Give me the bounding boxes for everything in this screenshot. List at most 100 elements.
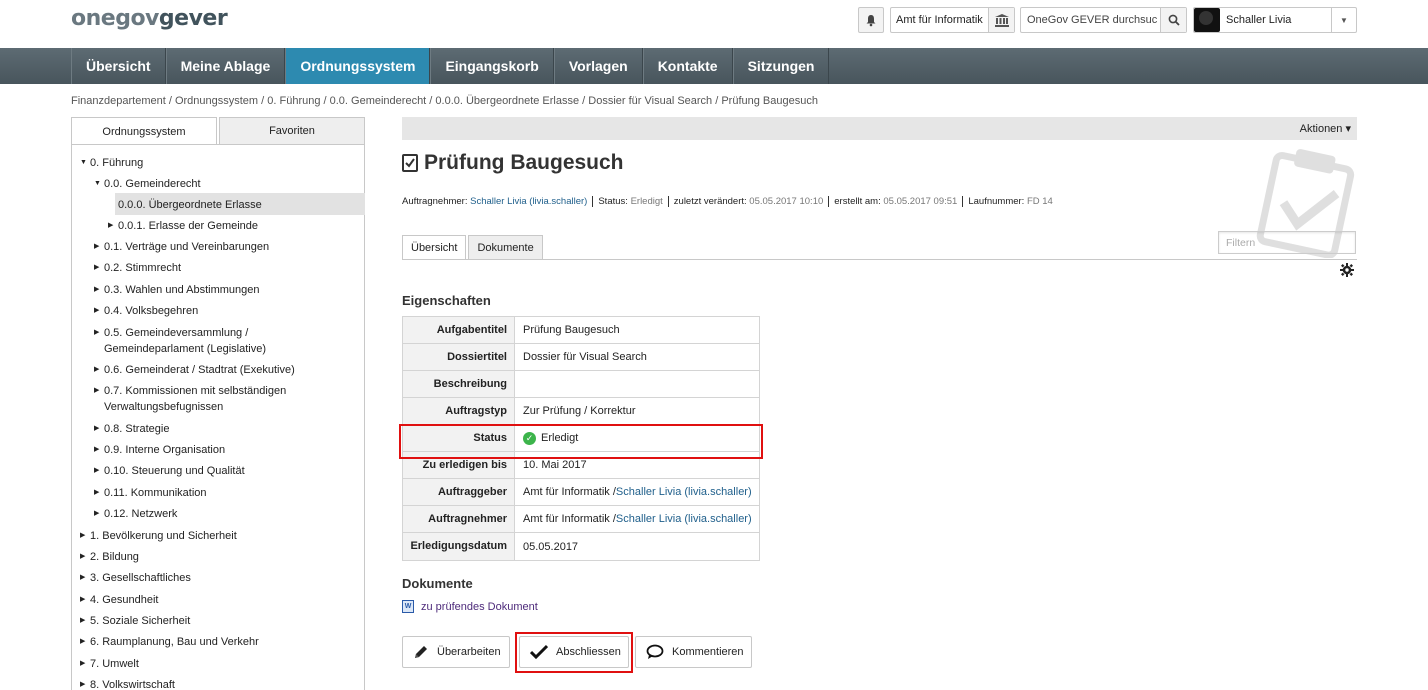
caret-right-icon[interactable]: ▶ [94, 362, 99, 378]
edit-button-label: Überarbeiten [437, 646, 501, 658]
tab-dokumente[interactable]: Dokumente [468, 235, 543, 260]
pencil-icon [415, 646, 427, 658]
tree-item[interactable]: 0.0.0. Übergeordnete Erlasse [118, 197, 262, 213]
page-title: Prüfung Baugesuch [402, 151, 624, 175]
property-row: Aufgabentitel Prüfung Baugesuch [403, 317, 759, 344]
chevron-down-icon[interactable]: ▼ [1331, 8, 1356, 32]
caret-right-icon[interactable]: ▶ [108, 218, 113, 234]
user-menu[interactable]: Schaller Livia ▼ [1193, 7, 1357, 33]
search-button[interactable] [1160, 8, 1186, 32]
comment-button[interactable]: Kommentieren [635, 636, 752, 668]
tree-item[interactable]: ▶ 0.5. Gemeindeversammlung / Gemeindeparla… [94, 325, 266, 357]
tree-item[interactable]: ▶ 0.12. Netzwerk [94, 506, 177, 522]
tree-item[interactable]: ▶ 4. Gesundheit [80, 592, 159, 608]
caret-right-icon[interactable]: ▶ [94, 303, 99, 319]
nav-item-vorlagen[interactable]: Vorlagen [553, 48, 643, 84]
tree-item-label: 6. Raumplanung, Bau und Verkehr [90, 636, 259, 648]
tree-item[interactable]: ▶ 0.4. Volksbegehren [94, 303, 198, 319]
nav-item-kontakte[interactable]: Kontakte [642, 48, 733, 84]
bank-icon [988, 8, 1014, 32]
caret-down-icon[interactable]: ▼ [94, 176, 101, 192]
user-name: Schaller Livia [1226, 14, 1292, 26]
caret-right-icon[interactable]: ▶ [94, 260, 99, 276]
gear-icon[interactable] [1340, 263, 1354, 277]
responsible-link[interactable]: Schaller Livia (livia.schaller) [616, 506, 752, 532]
caret-right-icon[interactable]: ▶ [80, 592, 85, 608]
caret-right-icon[interactable]: ▶ [94, 383, 99, 399]
caret-right-icon[interactable]: ▶ [94, 442, 99, 458]
tree-item[interactable]: ▶ 0.9. Interne Organisation [94, 442, 226, 458]
actions-menu[interactable]: Aktionen ▾ [1300, 122, 1351, 135]
caret-right-icon[interactable]: ▶ [94, 239, 99, 255]
issuer-link[interactable]: Schaller Livia (livia.schaller) [616, 479, 752, 505]
tree-item[interactable]: ▶ 0.2. Stimmrecht [94, 260, 182, 276]
meta-line: Auftragnehmer: Schaller Livia (livia.sch… [402, 196, 1053, 207]
content-tabs: Übersicht Dokumente [402, 235, 545, 260]
tree-item[interactable]: ▶ 8. Volkswirtschaft [80, 677, 175, 690]
tree-item-label: 2. Bildung [90, 551, 139, 563]
tab-favoriten[interactable]: Favoriten [219, 117, 365, 145]
tab-ordnungssystem[interactable]: Ordnungssystem [71, 117, 217, 145]
tree-item[interactable]: ▶ 1. Bevölkerung und Sicherheit [80, 528, 237, 544]
nav-item-uebersicht[interactable]: Übersicht [71, 48, 166, 84]
property-row: Dossiertitel Dossier für Visual Search [403, 344, 759, 371]
logo[interactable]: onegovgever [71, 6, 228, 31]
nav-item-ordnungssystem[interactable]: Ordnungssystem [285, 48, 431, 84]
caret-right-icon[interactable]: ▶ [94, 485, 99, 501]
avatar [1194, 8, 1220, 32]
document-link-text: zu prüfendes Dokument [421, 600, 538, 613]
caret-right-icon[interactable]: ▶ [80, 677, 85, 690]
caret-right-icon[interactable]: ▶ [80, 549, 85, 565]
assignee-link[interactable]: Schaller Livia (livia.schaller) [470, 196, 587, 207]
caret-right-icon[interactable]: ▶ [94, 282, 99, 298]
sidebar-tabs: Ordnungssystem Favoriten [71, 117, 365, 145]
caret-right-icon[interactable]: ▶ [80, 634, 85, 650]
tree-item-label: 0.2. Stimmrecht [104, 262, 182, 274]
caret-right-icon[interactable]: ▶ [80, 613, 85, 629]
breadcrumb[interactable]: Finanzdepartement / Ordnungssystem / 0. … [71, 95, 818, 107]
tree-item[interactable]: ▶ 0.0.1. Erlasse der Gemeinde [108, 218, 259, 234]
org-unit-selector[interactable]: Amt für Informatik [890, 7, 1015, 33]
tree-item-label: 5. Soziale Sicherheit [90, 615, 191, 627]
nav-item-meine-ablage[interactable]: Meine Ablage [165, 48, 286, 84]
bell-icon [866, 14, 876, 26]
caret-right-icon[interactable]: ▶ [80, 528, 85, 544]
nav-item-eingangskorb[interactable]: Eingangskorb [430, 48, 554, 84]
tree-item[interactable]: ▼ 0.0. Gemeinderecht [94, 176, 201, 192]
edit-button[interactable]: Überarbeiten [402, 636, 510, 668]
tree-item[interactable]: ▶ 7. Umwelt [80, 656, 139, 672]
page-title-text: Prüfung Baugesuch [424, 151, 624, 174]
search-input[interactable]: OneGov GEVER durchsuc [1020, 7, 1187, 33]
filter-input[interactable]: Filtern [1218, 231, 1356, 254]
tree-item-label: 0.0.1. Erlasse der Gemeinde [118, 220, 259, 232]
document-link[interactable]: W zu prüfendes Dokument [402, 600, 538, 613]
caret-right-icon[interactable]: ▶ [80, 656, 85, 672]
notifications-button[interactable] [858, 7, 884, 33]
tree-item-label: 7. Umwelt [90, 658, 139, 670]
tree-item[interactable]: ▶ 0.3. Wahlen und Abstimmungen [94, 282, 260, 298]
tree-item-label: 0.9. Interne Organisation [104, 444, 226, 456]
caret-right-icon[interactable]: ▶ [94, 421, 99, 437]
tree-item[interactable]: ▶ 0.1. Verträge und Vereinbarungen [94, 239, 269, 255]
tree-item[interactable]: ▶ 0.6. Gemeinderat / Stadtrat (Exekutive) [94, 362, 295, 378]
caret-right-icon[interactable]: ▶ [80, 570, 85, 586]
tree-item[interactable]: ▶ 0.10. Steuerung und Qualität [94, 463, 245, 479]
tree-item[interactable]: ▼ 0. Führung [80, 155, 143, 171]
tree-item[interactable]: ▶ 6. Raumplanung, Bau und Verkehr [80, 634, 259, 650]
tree-item[interactable]: ▶ 0.11. Kommunikation [94, 485, 207, 501]
comment-button-label: Kommentieren [672, 646, 744, 658]
caret-down-icon[interactable]: ▼ [80, 155, 87, 171]
tree-item[interactable]: ▶ 2. Bildung [80, 549, 139, 565]
caret-right-icon[interactable]: ▶ [94, 463, 99, 479]
tab-uebersicht[interactable]: Übersicht [402, 235, 467, 260]
nav-item-sitzungen[interactable]: Sitzungen [732, 48, 830, 84]
caret-right-icon[interactable]: ▶ [94, 506, 99, 522]
tree-item-label-line2: Verwaltungsbefugnissen [104, 401, 224, 413]
tree-item[interactable]: ▶ 0.7. Kommissionen mit selbständigen Verw… [94, 383, 286, 415]
tree-item[interactable]: ▶ 0.8. Strategie [94, 421, 169, 437]
tree-item[interactable]: ▶ 5. Soziale Sicherheit [80, 613, 191, 629]
status-highlight-box [399, 424, 763, 459]
caret-right-icon[interactable]: ▶ [94, 325, 99, 341]
search-icon [1168, 14, 1180, 26]
tree-item[interactable]: ▶ 3. Gesellschaftliches [80, 570, 191, 586]
